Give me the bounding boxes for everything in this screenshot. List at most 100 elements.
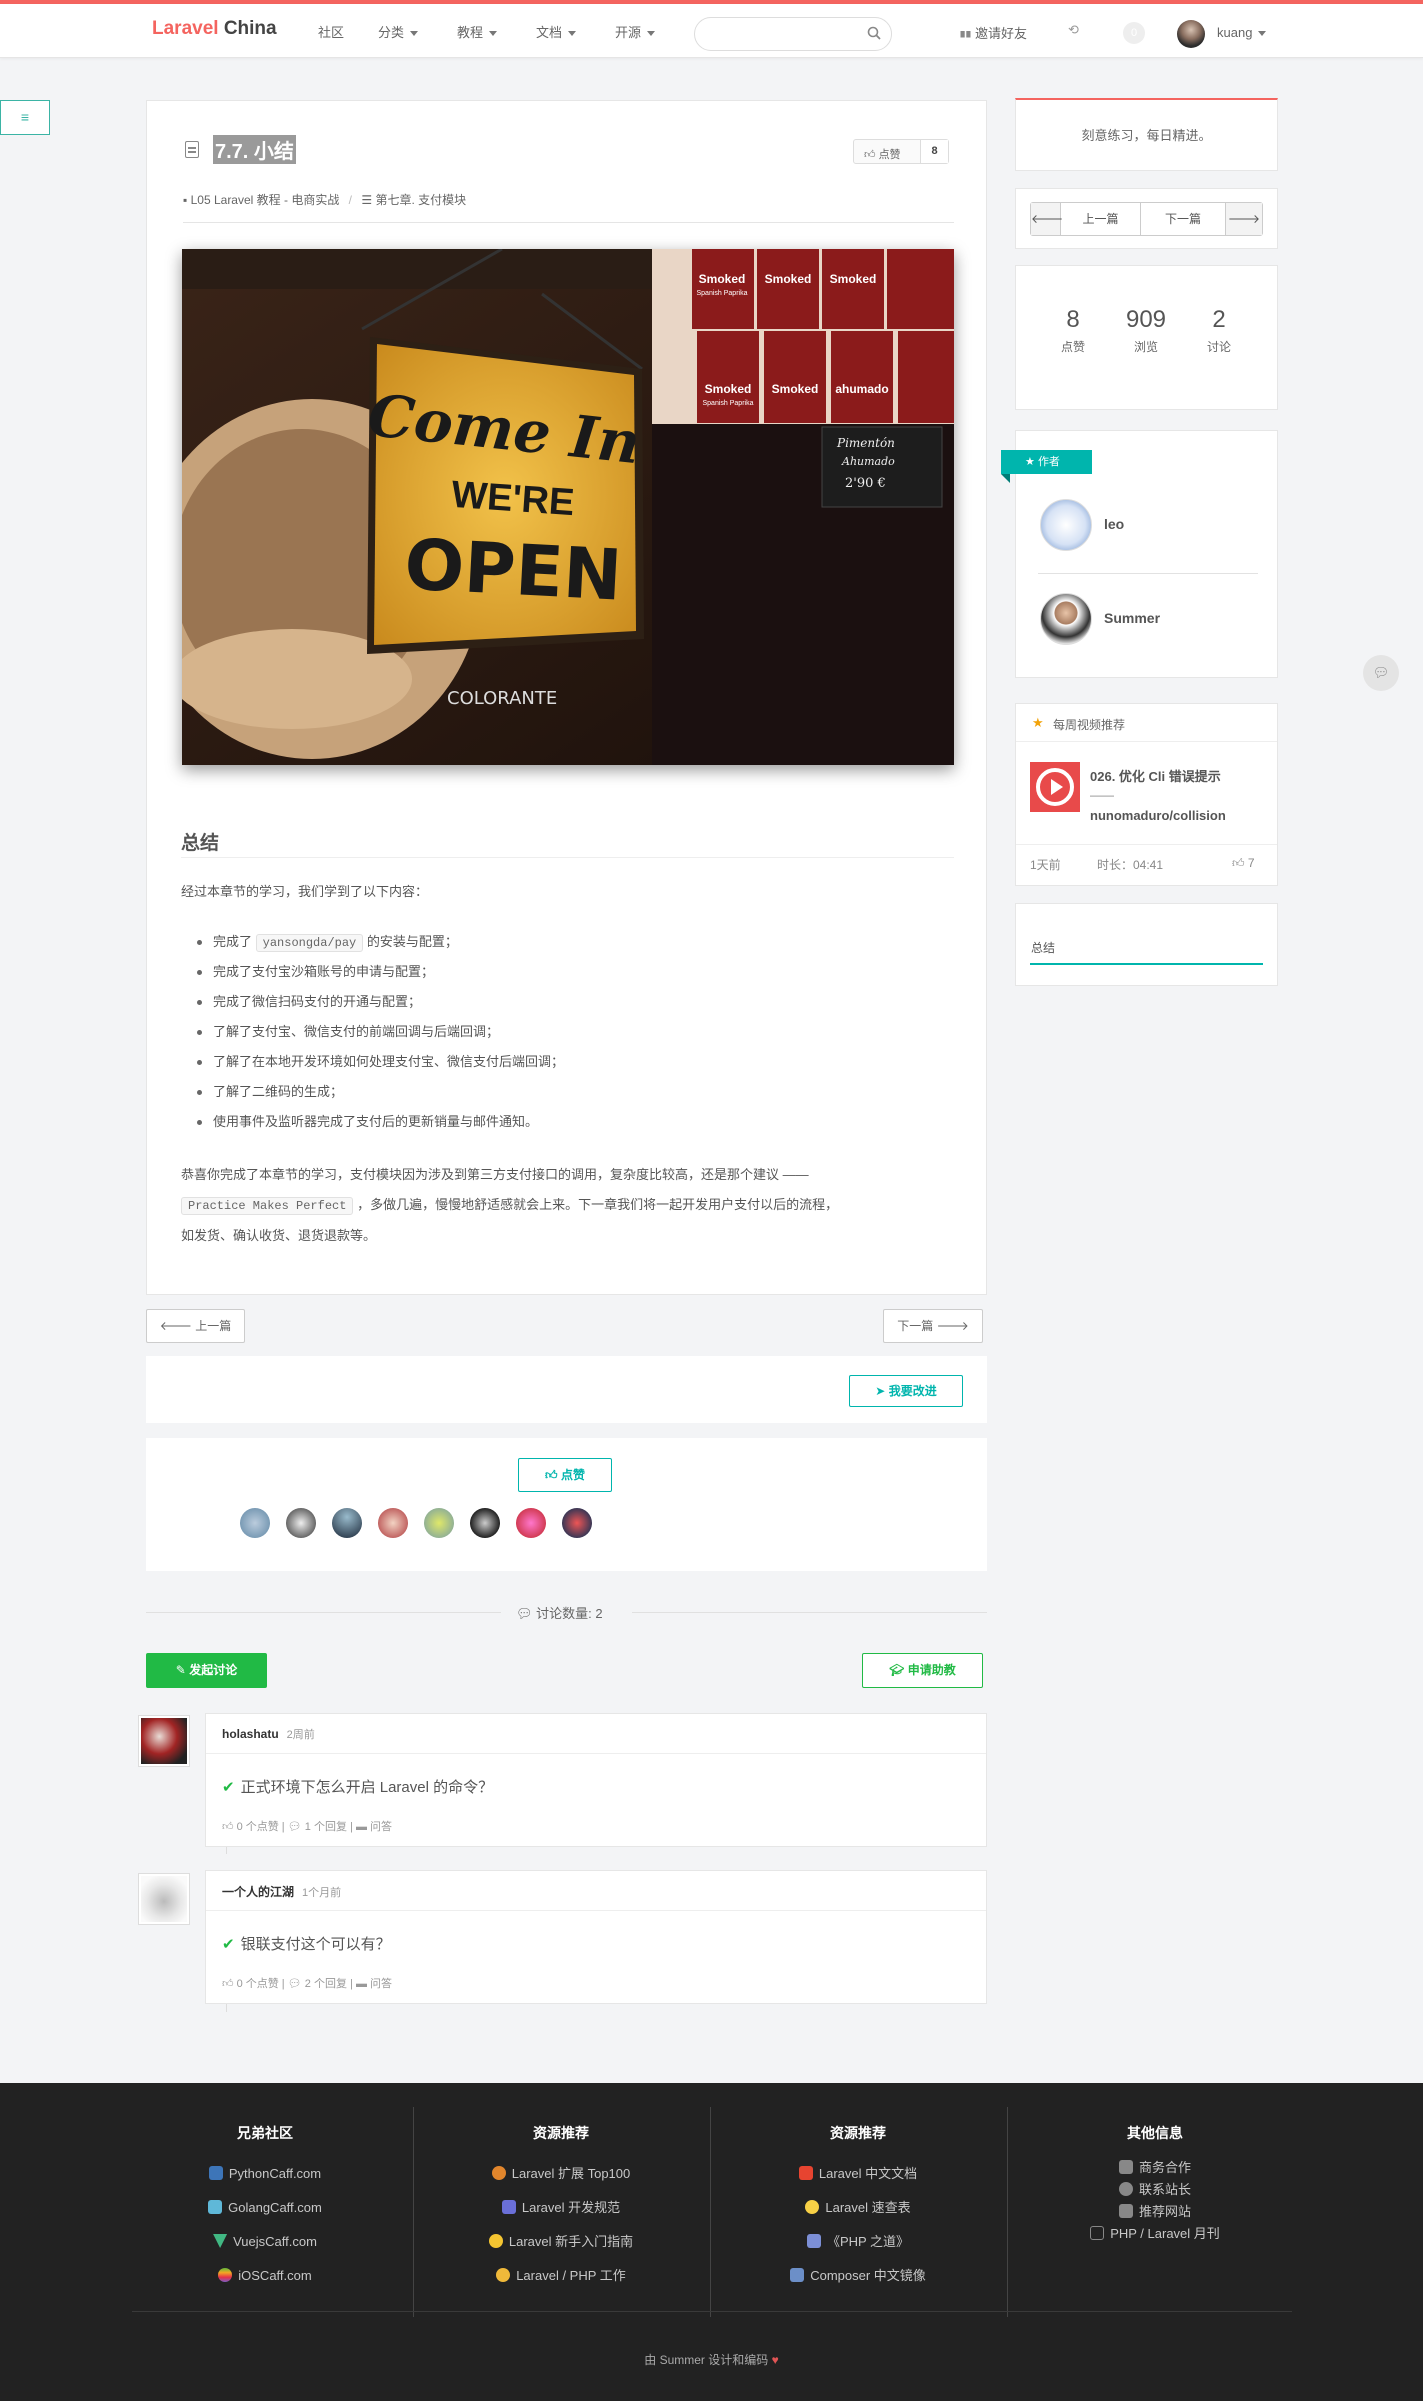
- envelope-icon: [1090, 2226, 1105, 2240]
- video-title[interactable]: 026. 优化 Cli 错误提示: [1090, 766, 1221, 785]
- svg-text:Pimentón: Pimentón: [836, 436, 895, 450]
- site-logo[interactable]: Laravel China: [152, 18, 277, 40]
- avatar[interactable]: [332, 1508, 362, 1538]
- people-icon: [501, 2200, 516, 2214]
- stat-views: 909 浏览: [1125, 306, 1167, 354]
- author-name[interactable]: leo: [1104, 516, 1124, 532]
- footer-link[interactable]: VuejsCaff.com: [117, 2225, 413, 2259]
- nav-tutorial[interactable]: 教程: [457, 22, 498, 41]
- document-icon: [185, 141, 199, 158]
- nav-community[interactable]: 社区: [318, 22, 344, 41]
- improve-button[interactable]: ➤ 我要改进: [849, 1375, 963, 1407]
- thumbs-up-icon: 👍︎: [545, 1468, 558, 1482]
- avatar[interactable]: [516, 1508, 546, 1538]
- invite-friends-link[interactable]: 邀请好友: [960, 23, 1027, 42]
- history-icon[interactable]: ⟲: [1068, 22, 1079, 38]
- list-item: 了解了在本地开发环境如何处理支付宝、微信支付后端回调；: [197, 1047, 564, 1077]
- footer-link[interactable]: PythonCaff.com: [117, 2157, 413, 2191]
- avatar[interactable]: [378, 1508, 408, 1538]
- footer-link[interactable]: PHP / Laravel 月刊: [1007, 2223, 1303, 2245]
- search-input[interactable]: [694, 17, 892, 51]
- avatar[interactable]: [1040, 593, 1092, 645]
- book-icon: ▪: [183, 193, 188, 207]
- article-card: 7.7. 小结 👍︎ 点赞 8 ▪ L05 Laravel 教程 - 电商实战 …: [146, 100, 987, 1295]
- footer-link[interactable]: Laravel / PHP 工作: [413, 2259, 709, 2293]
- footer-link[interactable]: Laravel 开发规范: [413, 2191, 709, 2225]
- arrow-right-icon[interactable]: 🡒: [1226, 203, 1262, 235]
- next-article-button[interactable]: 下一篇 🡒: [883, 1309, 983, 1343]
- footer-link[interactable]: GolangCaff.com: [117, 2191, 413, 2225]
- footer-link[interactable]: 联系站长: [1007, 2179, 1303, 2201]
- voter-avatars: [240, 1508, 608, 1538]
- footer-link[interactable]: iOSCaff.com: [117, 2259, 413, 2293]
- outro-text: 恭喜你完成了本章节的学习，支付模块因为涉及到第三方支付接口的调用，复杂度比较高，…: [181, 1167, 839, 1243]
- sun-icon: [488, 2234, 503, 2248]
- video-subtitle[interactable]: nunomaduro/collision: [1090, 808, 1226, 823]
- prev-article-button[interactable]: 🡐 上一篇: [146, 1309, 245, 1343]
- folder-icon: ▬: [355, 1821, 367, 1833]
- footer-link[interactable]: 商务合作: [1007, 2157, 1303, 2179]
- caret-down-icon: [1258, 31, 1267, 37]
- reply-author[interactable]: holashatu 2周前: [222, 1726, 315, 1742]
- start-discussion-button[interactable]: ✎ 发起讨论: [146, 1653, 267, 1688]
- motto-card: 刻意练习，每日精进。: [1015, 98, 1278, 171]
- sidebar-toggle-button[interactable]: ≡: [0, 100, 50, 135]
- notification-badge[interactable]: 0: [1123, 22, 1145, 44]
- footer-link[interactable]: 推荐网站: [1007, 2201, 1303, 2223]
- divider: [183, 222, 954, 223]
- video-thumbnail[interactable]: [1030, 762, 1080, 812]
- top-navbar: Laravel China 社区 分类 教程 文档 开源 邀请好友 ⟲ 0 ku…: [0, 4, 1423, 58]
- nav-category[interactable]: 分类: [378, 22, 419, 41]
- avatar[interactable]: [424, 1508, 454, 1538]
- user-menu[interactable]: kuang: [1217, 25, 1267, 40]
- avatar[interactable]: [1040, 499, 1092, 551]
- vote-button[interactable]: 👍︎ 点赞: [518, 1458, 612, 1492]
- reply-question[interactable]: ✔ 银联支付这个可以有？: [222, 1933, 391, 1954]
- nav-opensource[interactable]: 开源: [615, 22, 656, 41]
- footer-link[interactable]: Composer 中文镜像: [710, 2259, 1006, 2293]
- nav-docs[interactable]: 文档: [536, 22, 577, 41]
- apply-ta-button[interactable]: 🎓︎ 申请助教: [862, 1653, 983, 1688]
- avatar[interactable]: [138, 1873, 190, 1925]
- comment-icon: 💬︎: [287, 1978, 302, 1990]
- discussion-item[interactable]: 一个人的江湖 1个月前 ✔ 银联支付这个可以有？ 👍︎ 0 个点赞 | 💬︎ 2 个…: [205, 1870, 987, 2004]
- footer-link[interactable]: Laravel 新手入门指南: [413, 2225, 709, 2259]
- avatar[interactable]: [138, 1715, 190, 1767]
- breadcrumb-book[interactable]: L05 Laravel 教程 - 电商实战: [191, 193, 340, 207]
- reply-meta: 👍︎ 0 个点赞 | 💬︎ 2 个回复 | ▬ 问答: [222, 1978, 392, 1990]
- check-icon: ✔: [222, 1936, 235, 1953]
- thumbs-up-icon: 👍︎: [864, 149, 876, 161]
- footer-link[interactable]: 《PHP 之道》: [710, 2225, 1006, 2259]
- sidebar-next-button[interactable]: 下一篇: [1141, 203, 1226, 235]
- tins: Smoked Smoked Smoked Smoked Smoked ahuma…: [692, 249, 954, 423]
- star-icon: ★: [1025, 456, 1035, 468]
- send-icon: ➤: [875, 1384, 886, 1398]
- svg-text:COLORANTE: COLORANTE: [447, 688, 557, 709]
- chat-bubble-icon[interactable]: 💬︎: [1363, 655, 1399, 691]
- footer-col: 兄弟社区 PythonCaff.com GolangCaff.com Vuejs…: [117, 2123, 413, 2293]
- avatar[interactable]: [286, 1508, 316, 1538]
- author-name[interactable]: Summer: [1104, 610, 1160, 626]
- toc-item[interactable]: 总结: [1031, 939, 1055, 956]
- user-avatar[interactable]: [1177, 20, 1205, 48]
- footer-col: 其他信息 商务合作 联系站长 推荐网站 PHP / Laravel 月刊: [1007, 2123, 1303, 2245]
- search-icon[interactable]: [867, 26, 881, 40]
- avatar[interactable]: [562, 1508, 592, 1538]
- avatar[interactable]: [470, 1508, 500, 1538]
- footer-link[interactable]: Laravel 扩展 Top100: [413, 2157, 709, 2191]
- reply-author[interactable]: 一个人的江湖 1个月前: [222, 1883, 341, 1900]
- discussion-item[interactable]: holashatu 2周前 ✔ 正式环境下怎么开启 Laravel 的命令？ 👍︎ …: [205, 1713, 987, 1847]
- like-button[interactable]: 👍︎ 点赞 8: [853, 139, 949, 164]
- improve-card: ➤ 我要改进: [146, 1356, 987, 1423]
- footer-link[interactable]: Laravel 速查表: [710, 2191, 1006, 2225]
- summary-list: 完成了 yansongda/pay 的安装与配置； 完成了支付宝沙箱账号的申请与…: [197, 927, 564, 1137]
- reply-question[interactable]: ✔ 正式环境下怎么开启 Laravel 的命令？: [222, 1776, 493, 1797]
- section-heading: 总结: [181, 833, 220, 854]
- footer-link[interactable]: Laravel 中文文档: [710, 2157, 1006, 2191]
- divider: [146, 1612, 501, 1613]
- divider: [1016, 844, 1277, 845]
- breadcrumb-chapter[interactable]: 第七章. 支付模块: [375, 193, 466, 207]
- arrow-left-icon[interactable]: 🡐: [1031, 203, 1063, 235]
- avatar[interactable]: [240, 1508, 270, 1538]
- sidebar-prev-button[interactable]: 上一篇: [1061, 203, 1141, 235]
